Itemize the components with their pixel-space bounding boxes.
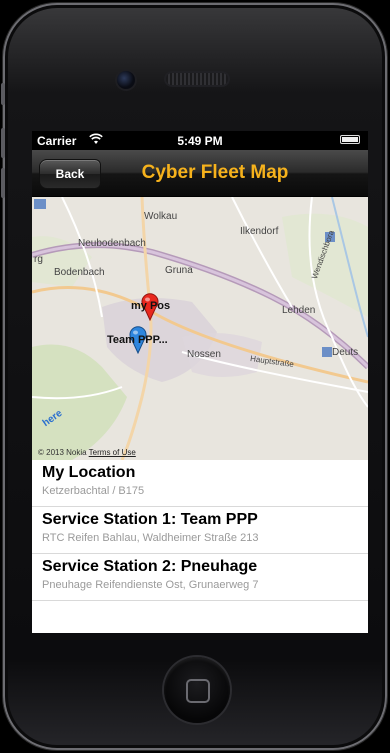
map-label-gruna: Gruna xyxy=(165,265,193,276)
map-label-ilkendorf: Ilkendorf xyxy=(240,226,279,237)
map-label-neubodenbach: Neubodenbach xyxy=(78,238,146,249)
volume-down-button xyxy=(1,168,5,198)
map-view[interactable]: Wolkau Neubodenbach Ilkendorf rg Bodenba… xyxy=(32,197,368,460)
navigation-bar: Back Cyber Fleet Map xyxy=(32,150,368,197)
volume-up-button xyxy=(1,128,5,158)
status-bar: Carrier 5:49 PM xyxy=(32,131,368,150)
battery-icon xyxy=(340,135,360,144)
back-button[interactable]: Back xyxy=(39,159,101,189)
my-position-pin-label: my Pos xyxy=(131,300,171,312)
map-label-deuts: Deuts xyxy=(332,347,359,358)
map-tiles xyxy=(32,197,368,460)
list-item-title: Service Station 1: Team PPP xyxy=(42,511,258,528)
map-label-rg: rg xyxy=(34,254,43,265)
list-item-subtitle: Pneuhage Reifendienste Ost, Grunaerweg 7 xyxy=(42,579,259,591)
list-item-subtitle: Ketzerbachtal / B175 xyxy=(42,485,145,497)
location-list: My Location Ketzerbachtal / B175 Service… xyxy=(32,460,368,601)
map-label-nossen: Nossen xyxy=(187,349,221,360)
home-square-icon xyxy=(186,679,210,703)
earpiece-speaker xyxy=(166,73,228,85)
screen: Carrier 5:49 PM Back Cyber Fleet Map Wol… xyxy=(32,131,368,633)
copyright-text: © 2013 Nokia xyxy=(38,448,87,457)
map-label-lehden: Lehden xyxy=(282,305,316,316)
list-item[interactable]: My Location Ketzerbachtal / B175 xyxy=(32,460,368,507)
team-ppp-pin-label: Team PPP... xyxy=(107,334,168,346)
mute-switch xyxy=(1,83,5,105)
status-time: 5:49 PM xyxy=(177,134,223,148)
home-button[interactable] xyxy=(164,657,230,723)
map-label-wolkau: Wolkau xyxy=(144,211,178,222)
front-camera xyxy=(117,71,135,89)
list-item[interactable]: Service Station 2: Pneuhage Pneuhage Rei… xyxy=(32,554,368,601)
list-item-title: My Location xyxy=(42,464,136,481)
list-item-title: Service Station 2: Pneuhage xyxy=(42,558,258,575)
list-item-subtitle: RTC Reifen Bahlau, Waldheimer Straße 213 xyxy=(42,532,259,544)
page-title: Cyber Fleet Map xyxy=(141,162,289,183)
terms-of-use-link[interactable]: Terms of Use xyxy=(89,448,136,457)
list-item[interactable]: Service Station 1: Team PPP RTC Reifen B… xyxy=(32,507,368,554)
map-label-bodenbach: Bodenbach xyxy=(54,267,105,278)
map-copyright: © 2013 Nokia Terms of Use xyxy=(38,448,136,457)
